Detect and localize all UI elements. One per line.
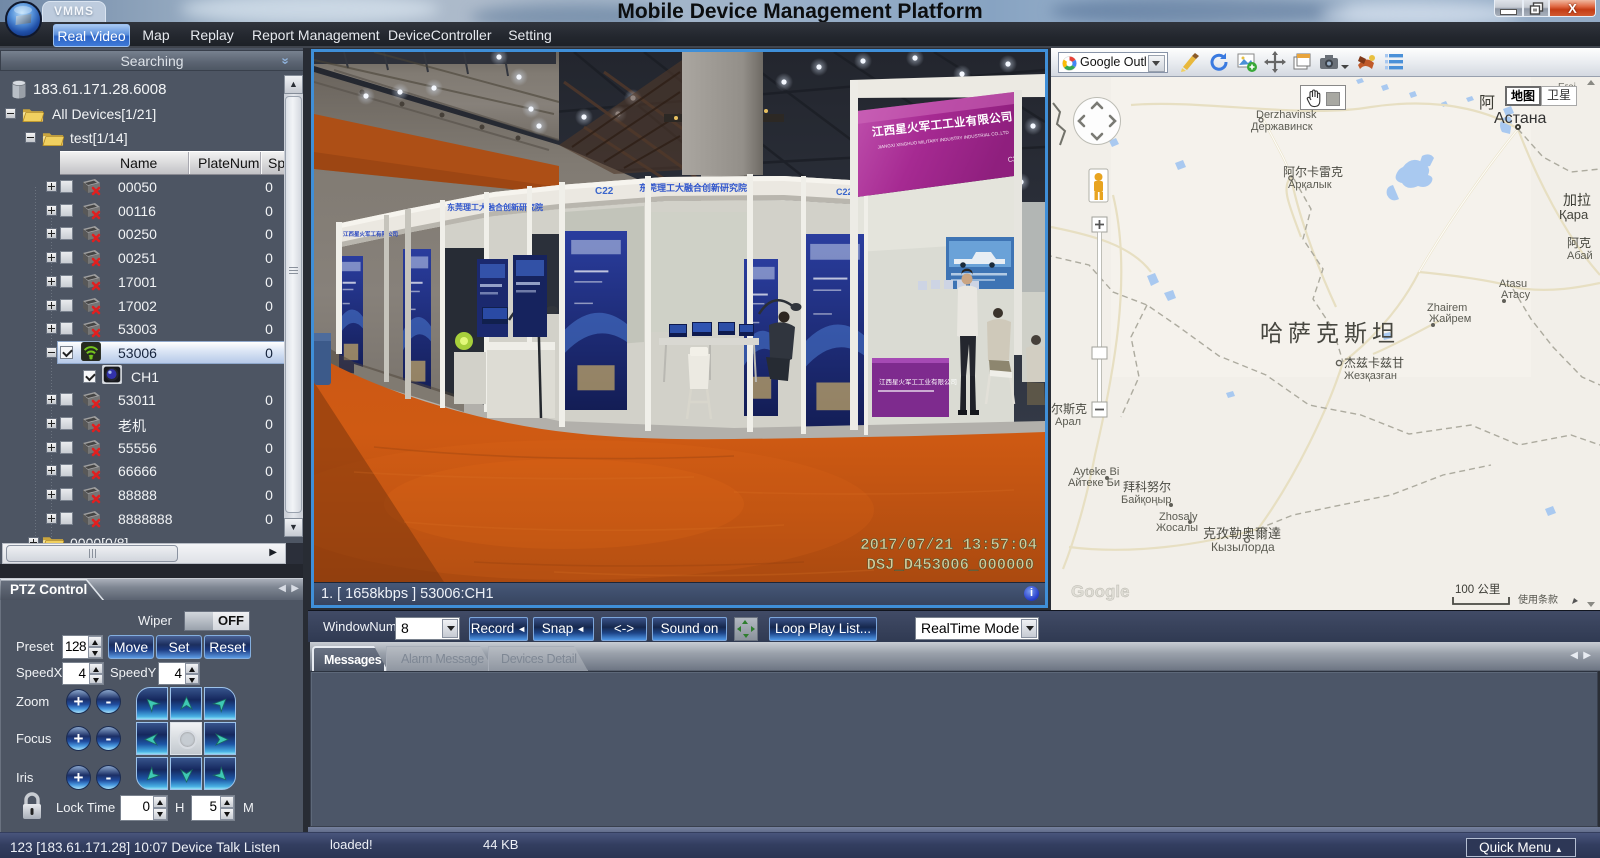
svg-text:100 公里: 100 公里 <box>1455 583 1500 596</box>
svg-text:Арал: Арал <box>1055 416 1081 428</box>
svg-text:拜科努尔: 拜科努尔 <box>1123 479 1171 494</box>
svg-text:DSJ_D453006_000000: DSJ_D453006_000000 <box>867 556 1034 574</box>
svg-text:Derzhavinsk: Derzhavinsk <box>1256 109 1317 121</box>
svg-text:Google: Google <box>1071 582 1130 601</box>
svg-text:Державинск: Державинск <box>1251 121 1313 133</box>
svg-text:克孜勒奥爾達: 克孜勒奥爾達 <box>1203 526 1281 541</box>
svg-text:Байқоңыр: Байқоңыр <box>1121 494 1172 506</box>
svg-text:江西星火军工工业有限公司: 江西星火军工工业有限公司 <box>879 377 957 386</box>
svg-text:拉尔斯克: 拉尔斯克 <box>1051 401 1087 416</box>
svg-text:Атасу: Атасу <box>1501 289 1531 301</box>
svg-text:Жезқазған: Жезқазған <box>1344 370 1397 382</box>
svg-text:阿: 阿 <box>1479 94 1495 112</box>
svg-text:Жосалы: Жосалы <box>1156 522 1198 534</box>
svg-text:Абай: Абай <box>1567 250 1593 262</box>
svg-text:Кызылорда: Кызылорда <box>1211 540 1275 554</box>
svg-text:东莞理工大融合创新研究院: 东莞理工大融合创新研究院 <box>639 182 747 193</box>
svg-text:C22: C22 <box>595 186 614 197</box>
svg-text:阿克: 阿克 <box>1567 236 1591 250</box>
svg-text:江西星火军工有限公司: 江西星火军工有限公司 <box>343 230 398 238</box>
svg-text:哈萨克斯坦: 哈萨克斯坦 <box>1260 320 1400 346</box>
svg-text:2017/07/21 13:57:04: 2017/07/21 13:57:04 <box>860 536 1037 554</box>
svg-text:使用条款: 使用条款 <box>1518 593 1558 606</box>
svg-text:杰兹卡兹甘: 杰兹卡兹甘 <box>1344 356 1404 370</box>
svg-text:Айтеке Би: Айтеке Би <box>1068 477 1120 489</box>
svg-text:Жайрем: Жайрем <box>1429 313 1471 325</box>
svg-text:加拉: 加拉 <box>1563 192 1591 208</box>
svg-text:Арқалык: Арқалык <box>1288 179 1332 191</box>
svg-text:Астана: Астана <box>1494 110 1547 127</box>
svg-text:Қара: Қара <box>1559 207 1589 222</box>
